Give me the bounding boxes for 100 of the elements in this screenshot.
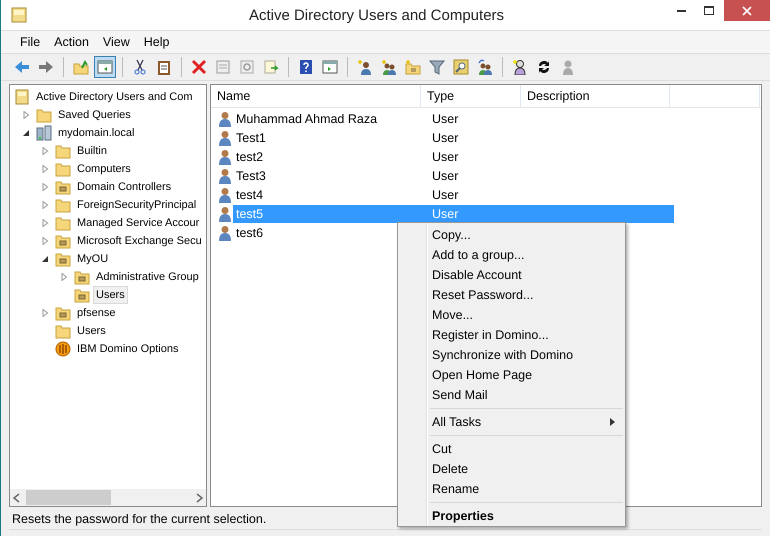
name-cell-text: Muhammad Ahmad Raza (235, 112, 378, 126)
folder-icon (55, 143, 71, 159)
menu-item[interactable]: View (96, 35, 137, 49)
folder-box-icon (74, 287, 90, 303)
back-arrow-icon (14, 59, 30, 75)
list-row[interactable]: test4 User (233, 186, 674, 204)
user-icon (217, 224, 233, 240)
menu-item[interactable]: Delete (400, 459, 625, 479)
submenu-arrow-icon (610, 418, 615, 426)
tree-pane-icon (97, 59, 113, 75)
maximize-icon (704, 6, 714, 16)
type-cell: User (432, 188, 458, 202)
tree-item[interactable]: Builtin (74, 142, 110, 160)
name-cell-text: Test3 (235, 168, 267, 182)
scrollbar[interactable] (10, 489, 206, 506)
name-cell-text: Test1 (235, 130, 267, 144)
minimize-icon (676, 10, 686, 12)
tree-item[interactable]: Microsoft Exchange Secu (74, 232, 205, 250)
refresh-icon (239, 59, 255, 75)
menu-item[interactable]: Action (47, 35, 96, 49)
menu-item[interactable]: Move... (400, 305, 625, 325)
snapin-icon (14, 89, 30, 105)
add-to-group-icon (477, 59, 493, 75)
expander-icon[interactable] (41, 255, 49, 263)
window-title: Active Directory Users and Computers (248, 6, 506, 24)
folder-icon (55, 161, 71, 177)
folder-icon (55, 197, 71, 213)
column-header[interactable]: Description (521, 85, 670, 107)
tree-item[interactable]: Active Directory Users and Com (33, 88, 196, 106)
tree-item[interactable]: Users (74, 322, 109, 340)
tree-item[interactable]: pfsense (74, 304, 119, 322)
list-row[interactable]: test2 User (233, 148, 674, 166)
tree-item[interactable]: Administrative Group (93, 268, 202, 286)
folder-box-icon (55, 233, 71, 249)
menu-item[interactable]: Copy... (400, 225, 625, 245)
user-icon (217, 186, 233, 202)
clipboard-icon (156, 59, 172, 75)
folder-up-icon (73, 59, 89, 75)
menu-item[interactable]: Synchronize with Domino (400, 345, 625, 365)
tree-item[interactable]: Computers (74, 160, 134, 178)
user-icon (512, 59, 528, 75)
tree-item[interactable]: mydomain.local (55, 124, 138, 142)
folder-box-icon (74, 269, 90, 285)
menu-item[interactable]: File (13, 35, 48, 49)
properties-icon (215, 59, 231, 75)
tree-item[interactable]: Saved Queries (55, 106, 134, 124)
sync-arrows-icon (536, 59, 552, 75)
user-icon (217, 168, 233, 184)
menu-item[interactable]: Help (136, 35, 176, 49)
domino-icon (55, 341, 71, 357)
toolbar-button[interactable] (94, 56, 116, 78)
tree-item[interactable]: MyOU (74, 250, 112, 268)
app-icon (11, 7, 27, 23)
name-cell-text: test2 (235, 150, 264, 164)
list-row[interactable]: Test1 User (233, 128, 674, 146)
find-icon (453, 59, 469, 75)
folder-box-icon (55, 179, 71, 195)
tree-item[interactable]: Managed Service Accour (74, 214, 202, 232)
menu-item[interactable]: Send Mail (400, 385, 625, 405)
scissors-icon (132, 59, 148, 75)
tree-item[interactable]: ForeignSecurityPrincipal (74, 196, 200, 214)
folder-icon (55, 323, 71, 339)
type-cell: User (432, 206, 458, 220)
tree-item[interactable]: IBM Domino Options (74, 340, 182, 358)
forward-arrow-icon (38, 59, 54, 75)
type-cell: User (432, 150, 458, 164)
menu-item[interactable]: Open Home Page (400, 365, 625, 385)
tree-item[interactable]: Domain Controllers (74, 178, 174, 196)
menu-item[interactable]: Properties (400, 506, 625, 526)
menu-item[interactable]: Register in Domino... (400, 325, 625, 345)
name-cell-text: test5 (235, 206, 264, 220)
folder-icon (36, 107, 52, 123)
menu-item[interactable]: Disable Account (400, 265, 625, 285)
filter-icon (429, 59, 445, 75)
menu-item[interactable]: Rename (400, 479, 625, 499)
column-header[interactable]: Name (211, 85, 421, 107)
close-button[interactable] (724, 0, 770, 21)
close-icon (742, 6, 752, 16)
new-user-icon (357, 59, 373, 75)
user-icon (217, 148, 233, 164)
menu-item[interactable]: Reset Password... (400, 285, 625, 305)
tree-item[interactable]: Users (93, 286, 128, 304)
menu-item[interactable]: All Tasks (400, 412, 625, 432)
server-icon (36, 125, 52, 141)
delete-icon (191, 59, 207, 75)
expander-icon[interactable] (22, 129, 30, 137)
list-row[interactable]: Test3 User (233, 166, 674, 184)
name-cell-text: test4 (235, 188, 264, 202)
menu-item[interactable]: Cut (400, 439, 625, 459)
new-folder-icon (405, 59, 421, 75)
folder-box-icon (55, 251, 71, 267)
menu-item[interactable]: Add to a group... (400, 245, 625, 265)
type-cell: User (432, 130, 458, 144)
user-icon (560, 59, 576, 75)
type-cell: User (432, 112, 458, 126)
list-row[interactable]: Muhammad Ahmad Raza User (233, 110, 674, 128)
scroll-thumb[interactable] (26, 490, 111, 505)
column-header[interactable]: Type (421, 85, 521, 107)
user-icon (217, 206, 233, 222)
action-pane-icon (322, 59, 338, 75)
